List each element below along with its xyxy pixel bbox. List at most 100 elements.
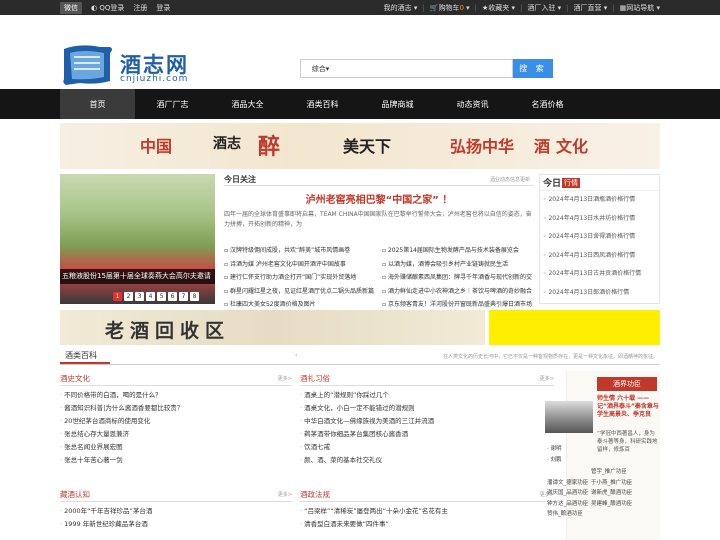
list-item[interactable]: 酒桌上的“潜规则”你踩过几个 — [300, 389, 554, 402]
box-title[interactable]: 藏酒认知 — [60, 490, 90, 499]
slider-page[interactable]: 2 — [124, 292, 133, 301]
news-item-text: 建行仁怀支行助力酒企打开“国门”实现外贸落地 — [229, 274, 357, 281]
honor-item[interactable]: 钟方达_品酒功臣 — [547, 499, 591, 510]
nav-encyclopedia[interactable]: 酒类百科 — [285, 89, 360, 119]
list-item[interactable]: 清香型白酒未来要做“四件事” — [300, 518, 554, 531]
headline-summary: 四年一届的全球体育盛事即将启幕，TEAM CHINA中国国家队在巴黎举行誓师大会… — [224, 211, 532, 228]
honor-item[interactable]: 吴建峰_酿酒功臣 — [591, 499, 635, 510]
box-title[interactable]: 酒礼习俗 — [300, 374, 330, 383]
separator: | — [474, 3, 478, 12]
news-item[interactable]: ▫ 建行仁怀支行助力酒企打开“国门”实现外贸落地 — [224, 271, 376, 285]
slider-page[interactable]: 8 — [190, 292, 199, 301]
search-type-label: 综合 — [311, 64, 326, 73]
list-item[interactable]: 张总十年苦心著一剑 — [60, 454, 292, 467]
cart-link[interactable]: 🛒购物车0 ▾ — [430, 3, 470, 13]
list-item[interactable]: 中华白酒文化—佛缘族视为美酒的三江并流酒 — [300, 415, 554, 428]
list-item[interactable]: 鹈茅酒带你细品茅台集团核心酱香酒 — [300, 428, 554, 441]
site-logo[interactable]: 酒志网 cnjiuzhi.com — [60, 43, 215, 89]
search-button[interactable]: 搜 索 — [513, 59, 553, 78]
old-liquor-recycle-banner[interactable]: 老酒回收区 — [60, 310, 485, 345]
yellow-ad-banner[interactable] — [489, 310, 660, 345]
price-item[interactable]: ◦ 2024年4月13日郎酒价格行情 — [543, 284, 659, 303]
honor-headline[interactable]: 师生情 六十载 —— 记“酒界泰斗”秦含章与学生高景炎、季克良 — [597, 395, 659, 419]
price-item[interactable]: ◦ 2024年4月13日水井坊价格行情 — [543, 210, 659, 229]
factory-direct-link[interactable]: 酒厂直营 ▾ — [574, 3, 608, 13]
promo-banner[interactable]: 中国 酒志 醉 美天下 弘扬中华 酒 文化 — [60, 123, 660, 169]
news-item[interactable]: ▫ 以酒为媒，酒博会吸引乡村产业链铸就民生活 — [382, 258, 534, 272]
separator: | — [612, 3, 615, 12]
honor-list: 管宇_推广功臣 潘谭文_德家功臣 于小燕_推广功臣 谢庆国_品酒功臣 谢新虎_酿酒功… — [547, 467, 659, 520]
nav-home[interactable]: 首页 — [60, 89, 135, 119]
honor-name[interactable]: · 谢明 — [547, 444, 562, 455]
nav-brand-mall[interactable]: 品牌商城 — [360, 89, 435, 119]
honor-item[interactable]: 管宇_推广功臣 — [591, 467, 635, 478]
honor-item[interactable]: 谢庆国_品酒功臣 — [547, 488, 591, 499]
honor-photo[interactable] — [545, 401, 593, 433]
list-item[interactable]: 张总结心存大量恩兼济 — [60, 428, 292, 441]
nav-prices[interactable]: 名酒价格 — [510, 89, 585, 119]
cart-label: 购物车 — [438, 3, 460, 12]
honor-item[interactable]: 赞伟_酿酒功臣 — [547, 509, 591, 520]
recycle-banner-text: 老酒回收区 — [105, 320, 231, 342]
search-input[interactable] — [340, 59, 513, 78]
slider-page[interactable]: 7 — [179, 292, 188, 301]
list-item[interactable]: 颜、酒、菜的基本社交礼仪 — [300, 454, 554, 467]
price-item[interactable]: ◦ 2024年4月13日酒瓶酒价格行情 — [543, 191, 659, 210]
box-title[interactable]: 酒政法规 — [300, 490, 330, 499]
list-item[interactable]: “吕梁样”“清稀炭”屡登两出“十朵小金花”名花有主 — [300, 505, 554, 518]
price-item[interactable]: ◦ 2024年4月13日古井贡酒价格行情 — [543, 265, 659, 284]
today-focus-more[interactable]: 酒业动态信息更新 — [490, 176, 530, 183]
slider-page[interactable]: 5 — [157, 292, 166, 301]
headline-link[interactable]: 泸州老窖亮相巴黎“中国之家” ！ — [224, 191, 534, 206]
search-type-select[interactable]: 综合 ▾ — [300, 59, 340, 78]
list-item[interactable]: 不同价格带的白酒，喝的是什么？ — [60, 389, 292, 402]
nav-factory[interactable]: 酒厂厂志 — [135, 89, 210, 119]
news-item[interactable]: ▫ 汉牌特级佣间成股，共欢“醉美”城市风情画卷 — [224, 244, 376, 258]
my-account-link[interactable]: 我的酒志 ▾ — [384, 3, 418, 13]
list-item[interactable]: 2000年“千年吉祥珍品”茅台酒 — [60, 505, 292, 518]
more-link[interactable]: 更多> — [278, 375, 292, 382]
slider-page[interactable]: 6 — [168, 292, 177, 301]
more-link[interactable]: 更多> — [278, 491, 292, 498]
slider-page[interactable]: 3 — [135, 292, 144, 301]
honor-item[interactable]: 谢新虎_酿酒功臣 — [591, 488, 635, 499]
list-item[interactable]: 张总名闻业界展宏图 — [60, 441, 292, 454]
nav-products[interactable]: 酒品大全 — [210, 89, 285, 119]
image-slider[interactable]: 五粮液股份15届第十届全球奏燕大会高尔夫邀请 1 2 3 4 5 6 7 8 — [60, 174, 215, 304]
list-item[interactable]: 1999 年新世纪珍藏品茅台酒 — [60, 518, 292, 531]
list-item[interactable]: 饮酒七戒 — [300, 441, 554, 454]
news-item[interactable]: ▫ 群星闪耀红星之夜，见证红星酒厅优点二锅头品质新篇 — [224, 285, 376, 299]
factory-join-link[interactable]: 酒厂入驻 ▾ — [527, 3, 561, 13]
box-history-culture: 酒史文化 更多> 不同价格带的白酒，喝的是什么？ 酱酒知识科普|为什么酱酒香要都比… — [60, 373, 292, 467]
header: 酒志网 cnjiuzhi.com 综合 ▾ 搜 索 — [0, 15, 720, 89]
news-list-left: ▫ 汉牌特级佣间成股，共欢“醉美”城市风情画卷 ▫ 诗酒为媒 泸州老窖文化中国开… — [224, 244, 376, 312]
weixin-link[interactable]: 微信 — [60, 1, 82, 14]
news-item[interactable]: ▫ 海外赚储酿素西凤集团：牌寻千年酒香与现代创新的交 — [382, 271, 534, 285]
list-item[interactable]: 酱酒知识科普|为什么酱酒香要都比较贵？ — [60, 402, 292, 415]
price-item[interactable]: ◦ 2024年4月13日舍得酒价格行情 — [543, 228, 659, 247]
qq-login-label: QQ登录 — [99, 3, 125, 12]
favorites-link[interactable]: ★收藏夹 ▾ — [482, 3, 515, 13]
news-item[interactable]: ▫ 诗酒为媒 泸州老窖文化中国开酒评中国故事 — [224, 258, 376, 272]
list-item[interactable]: 酒桌文化，小白一定不能错过的潜规则 — [300, 402, 554, 415]
news-item[interactable]: ▫ 酒力鲜仙走进中小农神酒之乡｜茶饮与啤酒的奇妙融合 — [382, 285, 534, 299]
slider-page[interactable]: 1 — [113, 292, 122, 301]
slider-page[interactable]: 4 — [146, 292, 155, 301]
more-link[interactable]: 更多> — [540, 375, 554, 382]
qq-login-link[interactable]: ◐ QQ登录 — [91, 3, 124, 13]
news-item[interactable]: ▫ 2025第14届国际生物发酵产品与技术装备展览会 — [382, 244, 534, 258]
register-link[interactable]: 注册 — [133, 3, 147, 13]
honor-name[interactable]: · 刘鹏 — [547, 455, 562, 466]
chevron-left-icon[interactable]: ‹ — [295, 352, 297, 359]
login-link[interactable]: 登录 — [156, 3, 170, 13]
price-item[interactable]: ◦ 2024年4月13日西凤酒价格行情 — [543, 247, 659, 266]
nav-news[interactable]: 动态资讯 — [435, 89, 510, 119]
news-list-right: ▫ 2025第14届国际生物发酵产品与技术装备展览会 ▫ 以酒为媒，酒博会吸引乡… — [382, 244, 534, 312]
list-item[interactable]: 20世纪茅台酒商标的使用变化 — [60, 415, 292, 428]
logo-domain: cnjiuzhi.com — [120, 74, 189, 84]
logo-scroll-icon — [63, 45, 112, 85]
box-title[interactable]: 酒史文化 — [60, 374, 90, 383]
honor-item[interactable]: 潘谭文_德家功臣 — [547, 478, 591, 489]
site-nav-link[interactable]: ▦网站导航 ▾ — [620, 3, 660, 13]
honor-item[interactable]: 于小燕_推广功臣 — [591, 478, 635, 489]
